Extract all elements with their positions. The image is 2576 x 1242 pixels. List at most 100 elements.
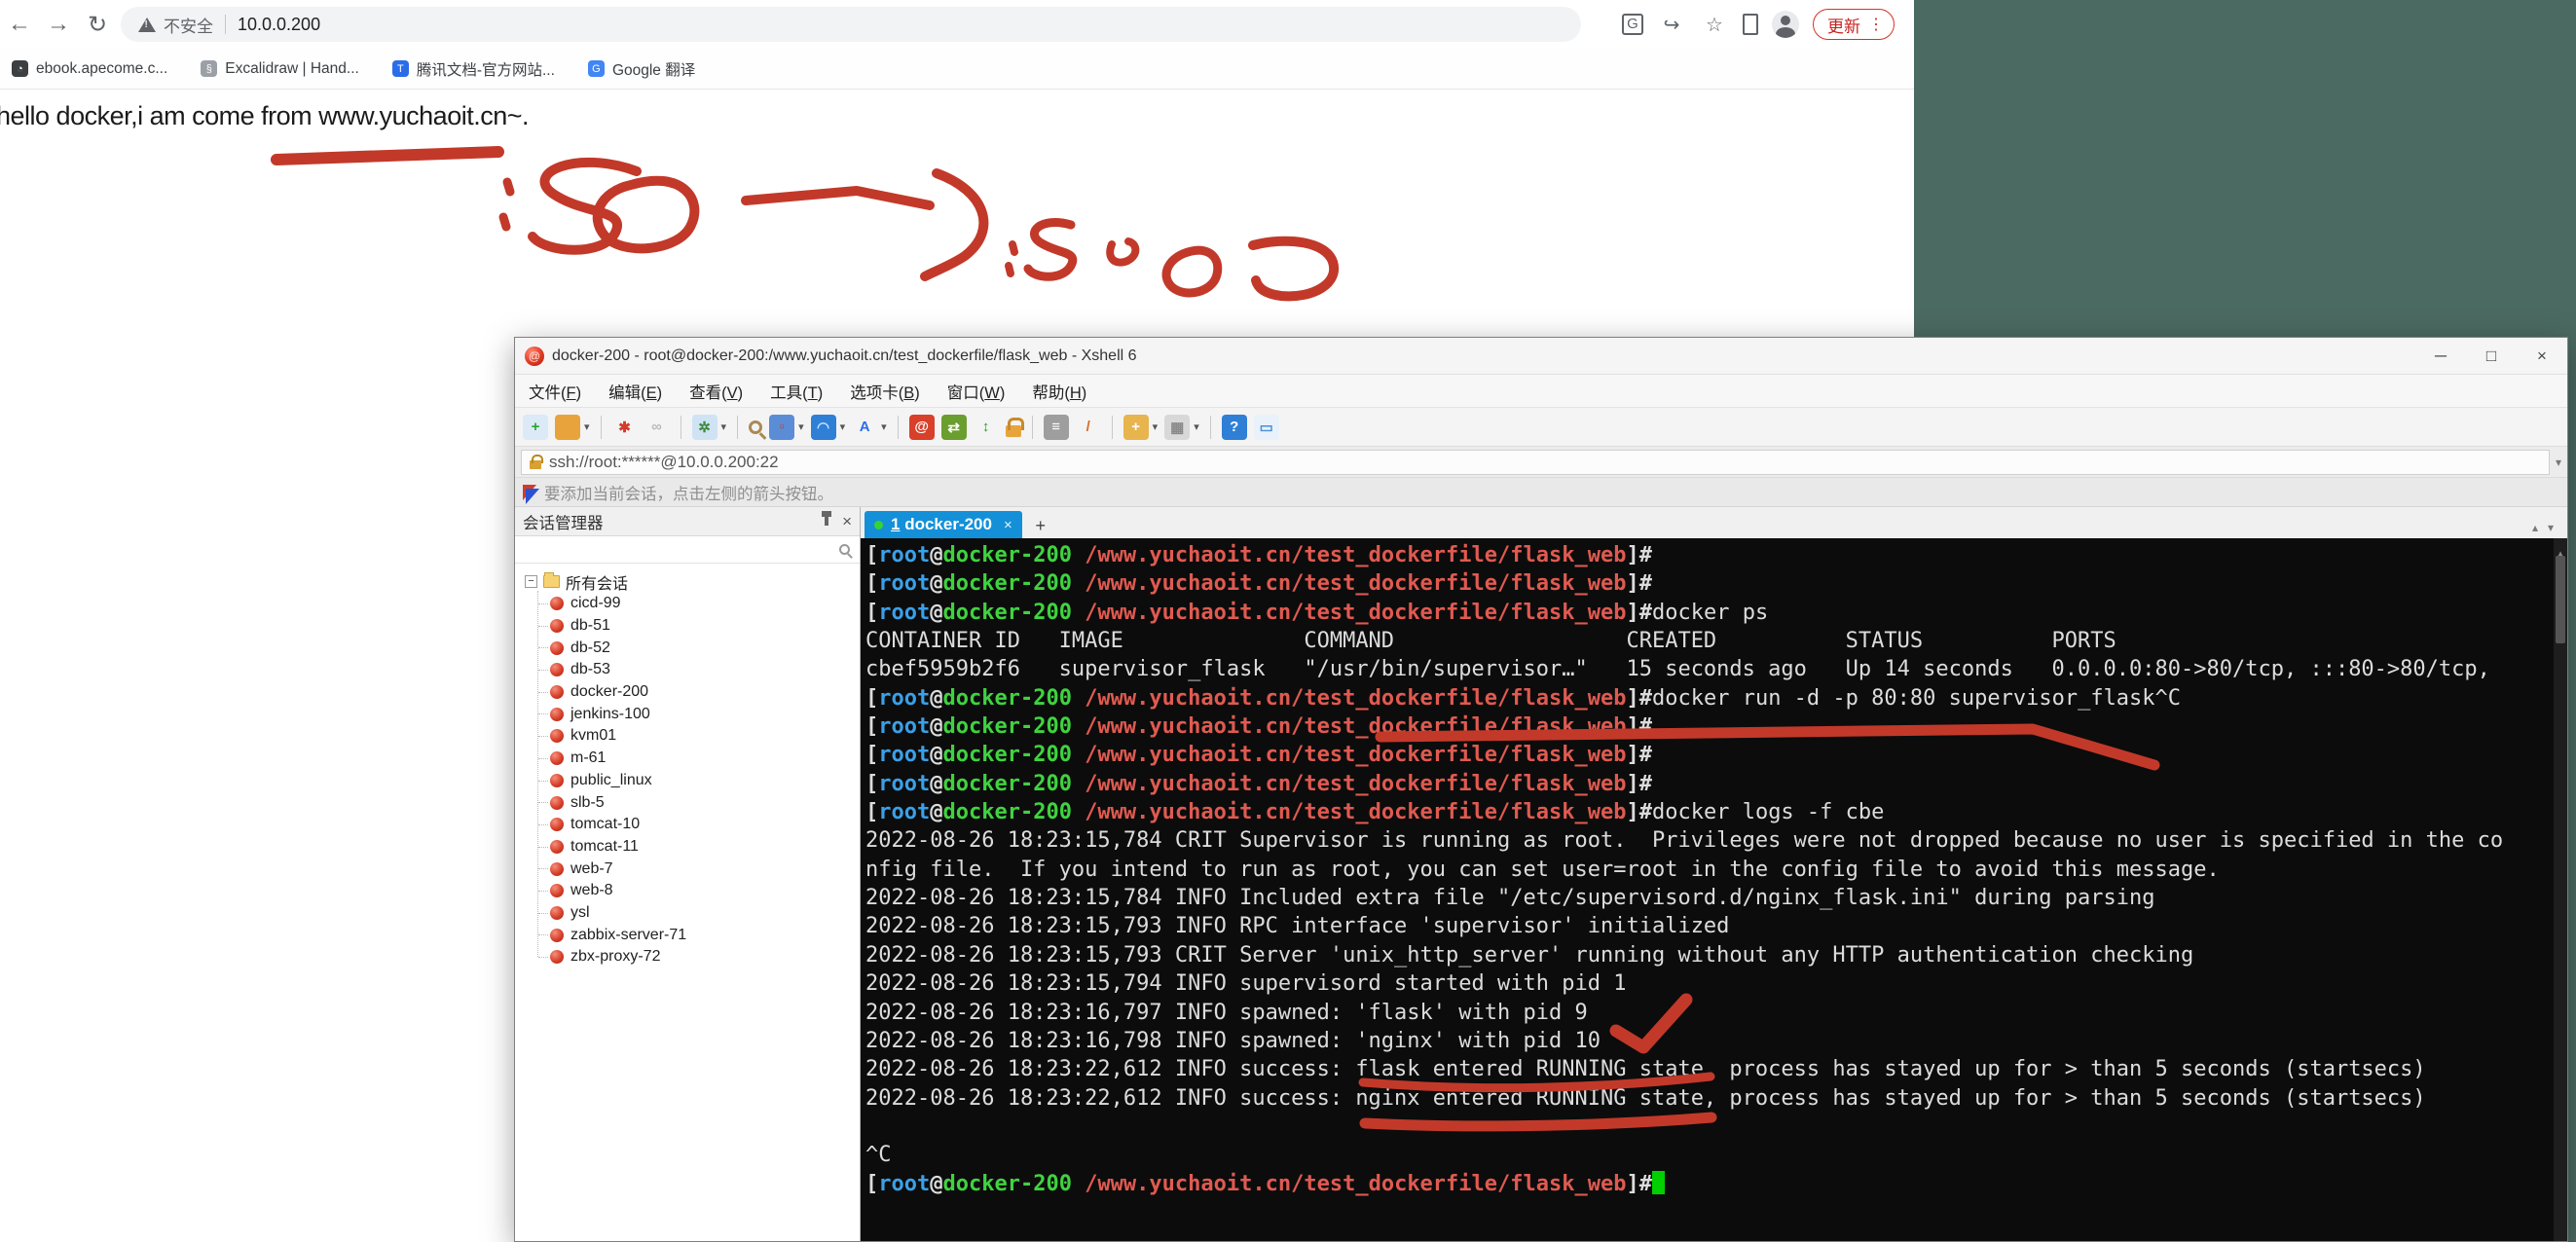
search-icon[interactable] [839,544,850,555]
xshell-session-icon [550,597,564,610]
properties-icon[interactable]: ✲ [692,415,718,440]
maximize-button[interactable]: □ [2466,339,2517,374]
fullscreen-icon[interactable]: ↕ [974,415,999,440]
back-icon[interactable]: ← [0,11,39,38]
pin-icon[interactable] [825,517,828,526]
terminal-line: [root@docker-200 /www.yuchaoit.cn/test_d… [865,599,2567,627]
session-item-zbx-proxy-72[interactable]: zbx-proxy-72 [515,946,860,968]
bookmark-item[interactable]: G Google 翻译 [588,58,695,80]
profile-avatar[interactable] [1772,11,1799,38]
session-item-slb-5[interactable]: slb-5 [515,791,860,814]
terminal-line: [root@docker-200 /www.yuchaoit.cn/test_d… [865,569,2567,598]
page-body-text: hello docker,i am come from www.yuchaoit… [0,101,529,131]
dropdown-caret-icon[interactable]: ▾ [1194,420,1199,433]
terminal[interactable]: ▲ [root@docker-200 /www.yuchaoit.cn/test… [861,538,2567,1241]
font-icon[interactable]: A [852,415,877,440]
address-bar[interactable]: 不安全 10.0.0.200 [121,7,1581,42]
new-file-icon[interactable]: + [1123,415,1149,440]
tab-scroll-buttons[interactable]: ▴▾ [2532,521,2554,534]
menu-item[interactable]: 文件(F) [529,380,581,403]
terminal-line: 2022-08-26 18:23:16,797 INFO spawned: 'f… [865,999,2567,1027]
menu-item[interactable]: 工具(T) [770,380,823,403]
bookmark-star-icon[interactable]: ☆ [1700,13,1729,37]
session-item-public_linux[interactable]: public_linux [515,770,860,792]
session-item-tomcat-10[interactable]: tomcat-10 [515,814,860,836]
xshell-titlebar[interactable]: docker-200 - root@docker-200:/www.yuchao… [515,338,2567,375]
terminal-line: 2022-08-26 18:23:15,794 INFO supervisord… [865,969,2567,998]
messages-icon[interactable]: ▭ [1254,415,1279,440]
menu-item[interactable]: 窗口(W) [947,380,1006,403]
ssh-address-field[interactable]: ssh://root:******@10.0.0.200:22 [521,450,2550,475]
ssh-url: ssh://root:******@10.0.0.200:22 [549,453,779,472]
dropdown-caret-icon[interactable]: ▾ [798,420,804,433]
session-item-cicd-99[interactable]: cicd-99 [515,593,860,615]
bookmark-item[interactable]: ◔ ebook.apecome.c... [12,60,167,78]
session-item-tomcat-11[interactable]: tomcat-11 [515,836,860,858]
flag-icon[interactable] [523,485,536,500]
open-folder-icon[interactable] [555,415,580,440]
menu-item[interactable]: 查看(V) [689,380,743,403]
terminal-line: [root@docker-200 /www.yuchaoit.cn/test_d… [865,684,2567,712]
xshell-session-icon [550,708,564,721]
globe-icon[interactable]: ◠ [811,415,836,440]
collapse-icon[interactable]: − [525,575,537,588]
share-icon[interactable]: ↪ [1657,13,1686,37]
session-item-kvm01[interactable]: kvm01 [515,725,860,748]
session-item-web-7[interactable]: web-7 [515,858,860,880]
session-item-m-61[interactable]: m-61 [515,748,860,770]
tile-icon[interactable]: ▦ [1164,415,1190,440]
session-item-jenkins-100[interactable]: jenkins-100 [515,703,860,725]
session-item-db-53[interactable]: db-53 [515,659,860,681]
hint-text: 要添加当前会话，点击左侧的箭头按钮。 [544,481,833,504]
session-item-zabbix-server-71[interactable]: zabbix-server-71 [515,924,860,946]
session-item-db-52[interactable]: db-52 [515,637,860,659]
new-session-icon[interactable]: + [523,415,548,440]
url-text[interactable]: 10.0.0.200 [238,15,320,35]
session-search-row[interactable] [515,536,860,564]
dropdown-caret-icon[interactable]: ▾ [721,420,727,433]
session-root-folder[interactable]: − 所有会话 [515,570,860,593]
disconnect-icon[interactable]: ✱ [612,415,638,440]
side-panel-icon[interactable] [1743,14,1758,35]
find-icon[interactable] [749,420,762,434]
session-item-web-8[interactable]: web-8 [515,880,860,902]
panel-close-icon[interactable]: × [842,512,852,531]
help-icon[interactable]: ? [1222,415,1247,440]
xftp-icon[interactable]: ⇄ [941,415,967,440]
session-item-ysl[interactable]: ysl [515,902,860,925]
session-label: web-7 [570,860,613,878]
dropdown-caret-icon[interactable]: ▾ [584,420,590,433]
lock-icon[interactable] [1006,425,1021,437]
security-label: 不安全 [164,13,213,37]
tab-docker-200[interactable]: 1 docker-200 × [865,511,1022,538]
dropdown-caret-icon[interactable]: ▾ [1153,420,1159,433]
dropdown-caret-icon[interactable]: ▾ [881,420,887,433]
menu-item[interactable]: 帮助(H) [1032,380,1086,403]
new-tab-button[interactable]: + [1026,513,1055,538]
menu-item[interactable]: 编辑(E) [608,380,662,403]
terminal-scrollbar[interactable]: ▲ [2554,538,2567,1241]
forward-icon[interactable]: → [39,11,78,38]
session-item-db-51[interactable]: db-51 [515,615,860,638]
scrollbar-thumb [2556,556,2565,643]
browser-menu-icon[interactable]: ⋮ [1868,15,1884,34]
keyboard-icon[interactable]: ≡ [1044,415,1069,440]
refresh-icon[interactable]: ↻ [78,11,117,39]
tab-scroll-down-icon: ▾ [2548,521,2554,534]
chrome-update-button[interactable]: 更新 ⋮ [1813,9,1895,40]
terminal-line: 2022-08-26 18:23:15,793 CRIT Server 'uni… [865,941,2567,969]
layout-icon[interactable]: ▫ [769,415,794,440]
dropdown-caret-icon[interactable]: ▾ [840,420,846,433]
reconnect-icon[interactable]: ∞ [644,415,670,440]
close-button[interactable]: × [2517,339,2567,374]
compose-icon[interactable]: / [1076,415,1101,440]
address-dropdown-icon[interactable]: ▾ [2556,456,2561,469]
bookmark-item[interactable]: § Excalidraw | Hand... [201,60,359,78]
xshell-ball-icon[interactable]: @ [909,415,935,440]
menu-item[interactable]: 选项卡(B) [850,380,920,403]
bookmark-item[interactable]: T 腾讯文档-官方网站... [392,58,555,80]
tab-close-icon[interactable]: × [1004,517,1012,533]
minimize-button[interactable]: ─ [2415,339,2466,374]
translate-icon[interactable]: G [1622,14,1643,35]
session-item-docker-200[interactable]: docker-200 [515,681,860,704]
